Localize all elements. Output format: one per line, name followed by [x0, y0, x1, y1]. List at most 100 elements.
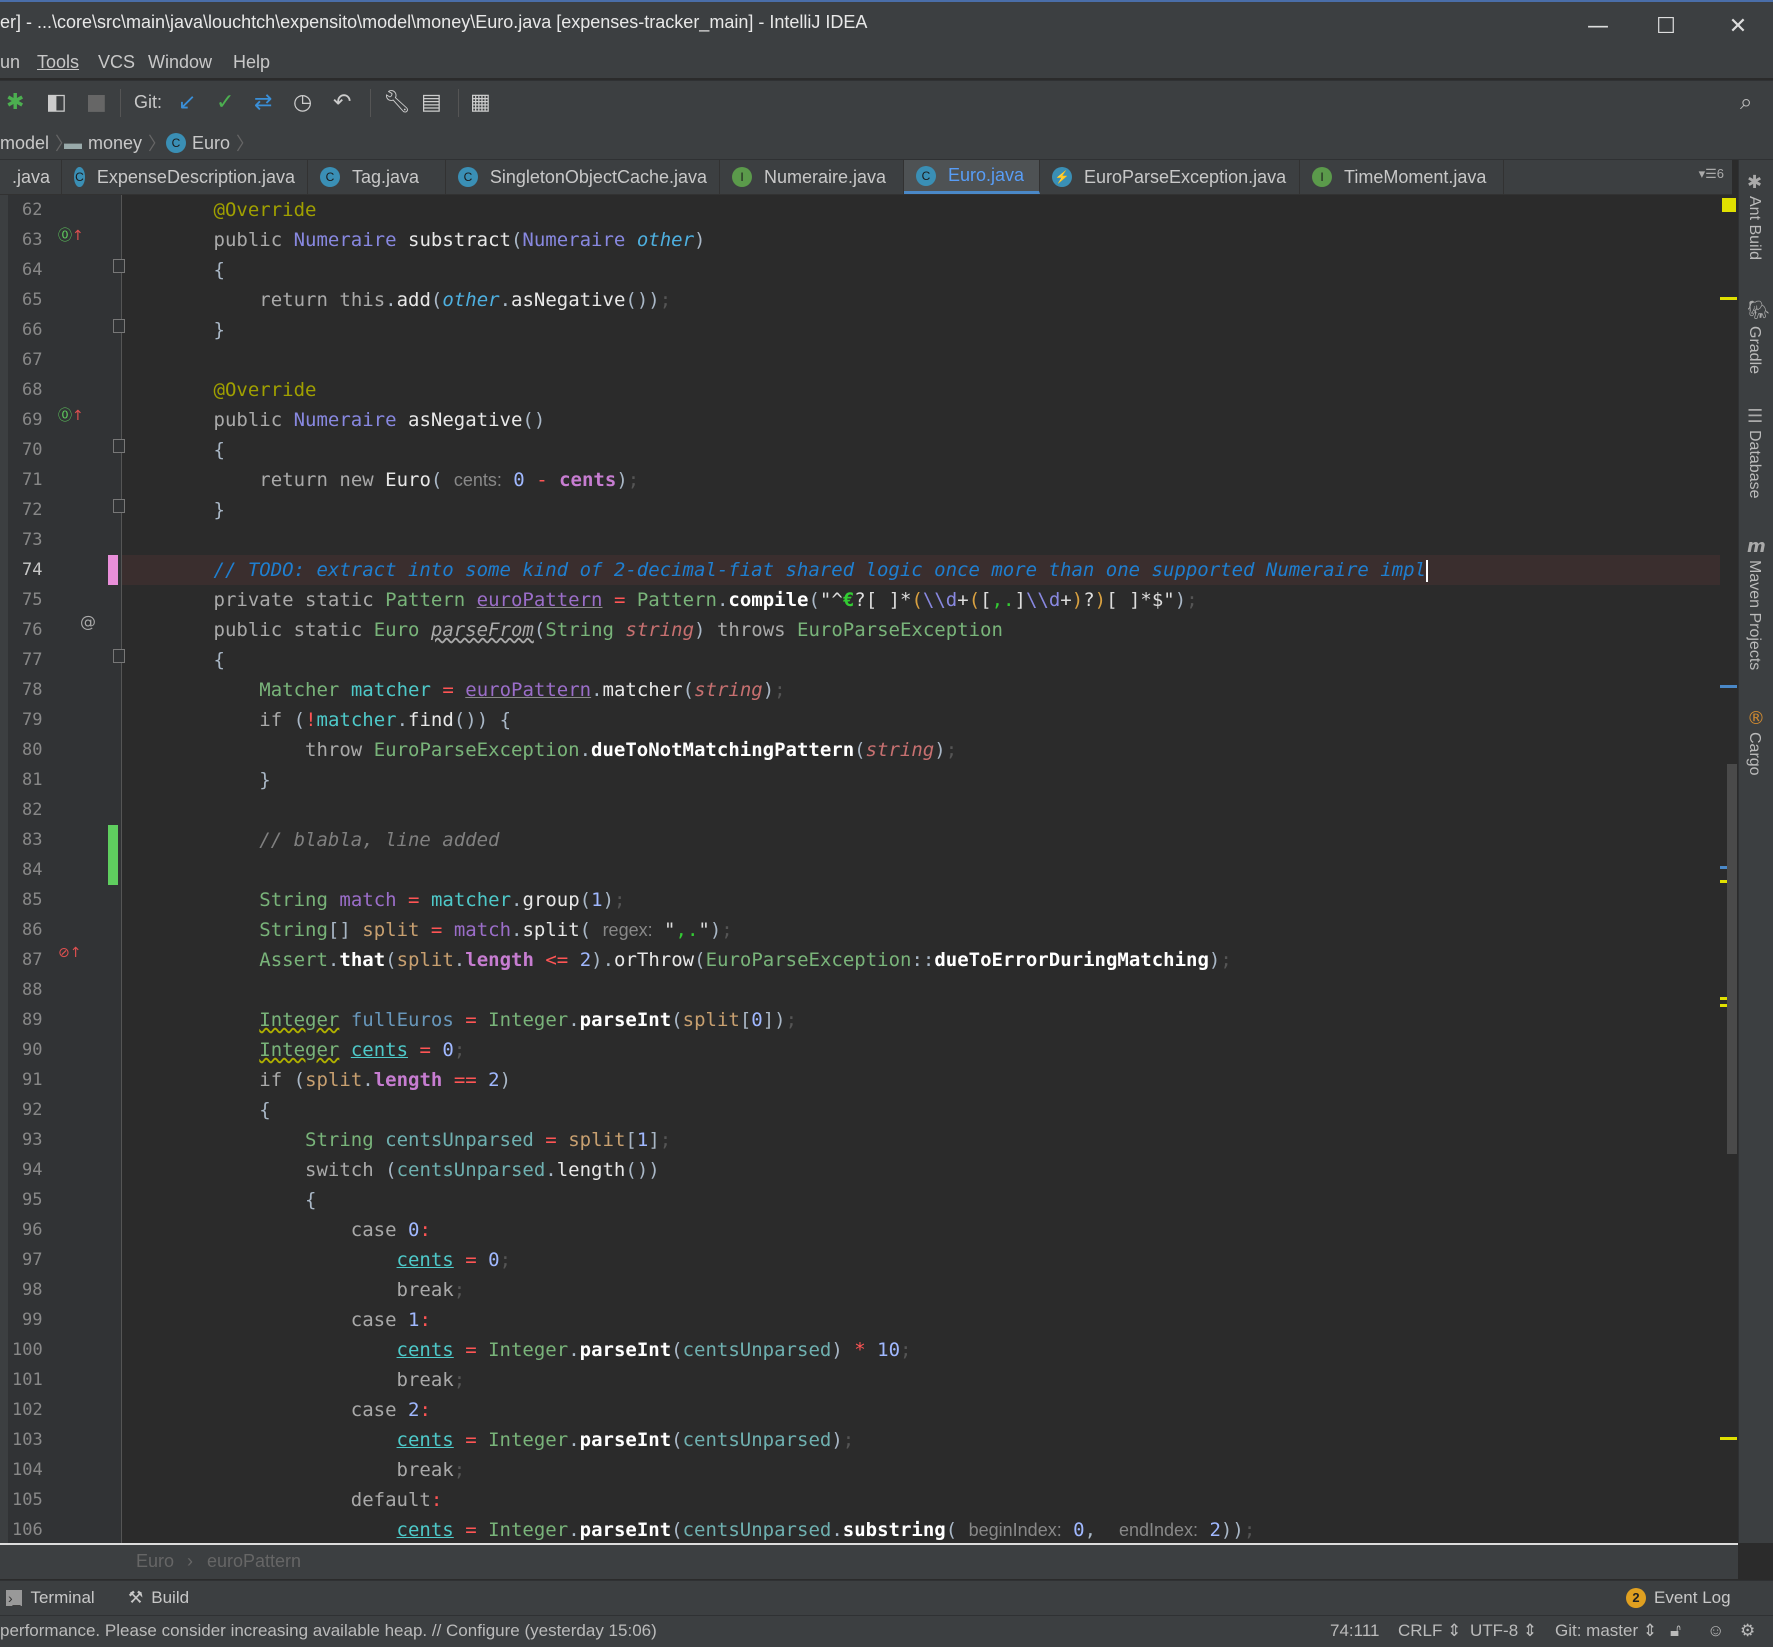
event-log-button[interactable]: 2 Event Log	[1626, 1588, 1731, 1608]
code-line: break;	[396, 1279, 466, 1301]
breadcrumb-label: Euro	[192, 132, 231, 153]
vcs-compare-icon[interactable]: ⇄	[254, 89, 272, 115]
debug-icon[interactable]: ✱	[6, 89, 24, 115]
implements-icon[interactable]: ⓪↑	[58, 405, 84, 425]
fold-toggle[interactable]	[113, 499, 125, 513]
annotation-at-icon[interactable]: @	[80, 612, 96, 631]
line-number: 70	[22, 440, 43, 460]
ant-build-tool[interactable]: Ant Build	[1745, 196, 1763, 260]
tab-expense-description[interactable]: C ExpenseDescription.java	[62, 160, 308, 194]
line-number: 82	[22, 800, 43, 820]
gradle-tool[interactable]: Gradle	[1745, 326, 1763, 374]
line-number: 98	[22, 1280, 43, 1300]
menu-tools[interactable]: Tools	[37, 52, 79, 73]
warning-mark[interactable]	[1720, 1437, 1737, 1440]
project-structure-icon[interactable]: ▤	[421, 89, 442, 115]
code-line: case 1:	[350, 1309, 431, 1331]
tab-label: EuroParseException.java	[1084, 166, 1287, 187]
sdk-icon[interactable]: ▦	[470, 89, 491, 115]
tab-tag[interactable]: C Tag.java	[308, 160, 446, 194]
tab-time-moment[interactable]: I TimeMoment.java	[1300, 160, 1504, 194]
code-line: // blabla, line added	[122, 825, 1720, 855]
tab-euro-parse-exception[interactable]: ⚡ EuroParseException.java	[1040, 160, 1300, 194]
tab-singleton-object-cache[interactable]: C SingletonObjectCache.java	[446, 160, 720, 194]
lock-icon[interactable]: 🔓︎	[1670, 1621, 1681, 1641]
line-number: 94	[22, 1160, 43, 1180]
lambda-breakpoint-icon[interactable]: ⊘↑	[58, 945, 81, 961]
menu-help[interactable]: Help	[233, 52, 270, 73]
code-line: break;	[396, 1459, 466, 1481]
close-button[interactable]: ✕	[1708, 8, 1768, 44]
breadcrumb-field[interactable]: euroPattern	[207, 1551, 301, 1572]
close-icon: ✕	[1728, 13, 1748, 39]
database-tool[interactable]: Database	[1745, 430, 1763, 499]
event-log-label: Event Log	[1654, 1588, 1731, 1607]
tab-euro[interactable]: C Euro.java	[904, 160, 1040, 194]
code-line: cents = 0;	[396, 1249, 512, 1271]
vcs-modified-marker[interactable]	[108, 555, 118, 585]
breadcrumb-money[interactable]: ▬ money 〉	[64, 130, 166, 156]
tab-overflow-button[interactable]: ▾☰6	[1699, 166, 1724, 182]
encoding-selector[interactable]: UTF-8 ⇕	[1470, 1621, 1537, 1641]
coverage-icon[interactable]: ◧	[46, 89, 67, 115]
code-editor[interactable]: @Override public Numeraire substract(Num…	[122, 195, 1720, 1543]
breadcrumb-model[interactable]: model 〉	[0, 130, 73, 156]
cargo-tool[interactable]: Cargo	[1745, 732, 1763, 776]
breadcrumb-label: model	[0, 132, 50, 153]
build-tool-button[interactable]: ⚒ Build	[128, 1588, 189, 1608]
code-line: }	[122, 769, 271, 791]
search-everywhere-icon[interactable]: ⌕	[1740, 89, 1752, 115]
vcs-commit-icon[interactable]: ✓	[216, 89, 234, 115]
menu-window[interactable]: Window	[148, 52, 212, 73]
history-icon[interactable]: ◷	[293, 89, 312, 115]
line-number: 106	[12, 1520, 43, 1540]
fold-toggle[interactable]	[113, 319, 125, 333]
code-line: return this.add(other.asNegative());	[259, 289, 672, 311]
menu-vcs[interactable]: VCS	[98, 52, 135, 73]
line-number: 100	[12, 1340, 43, 1360]
line-separator-selector[interactable]: CRLF ⇕	[1398, 1621, 1461, 1641]
vcs-added-marker[interactable]	[108, 825, 118, 885]
warning-mark[interactable]	[1720, 297, 1737, 300]
tab-java[interactable]: .java	[0, 160, 62, 194]
line-number: 85	[22, 890, 43, 910]
revert-icon[interactable]: ↶	[333, 89, 351, 115]
editor-breadcrumb: Euro › euroPattern	[0, 1543, 1738, 1579]
code-line: String[] split = match.split( regex: ",.…	[259, 919, 733, 941]
tab-numeraire[interactable]: I Numeraire.java	[720, 160, 904, 194]
code-line: throw EuroParseException.dueToNotMatchin…	[305, 739, 958, 761]
git-branch-selector[interactable]: Git: master ⇕	[1555, 1621, 1657, 1641]
code-line: String match = matcher.group(1);	[259, 889, 626, 911]
settings-wrench-icon[interactable]: 🔧︎	[383, 89, 411, 115]
fold-toggle[interactable]	[113, 439, 125, 453]
maven-projects-tool[interactable]: Maven Projects	[1745, 560, 1763, 670]
stop-icon[interactable]: ■	[86, 89, 107, 115]
implements-icon[interactable]: ⓪↑	[58, 225, 84, 245]
git-branch-label: Git: master	[1555, 1621, 1639, 1640]
ant-icon: ✱	[1747, 172, 1763, 193]
breadcrumb-class[interactable]: Euro	[136, 1551, 174, 1572]
minimize-button[interactable]: —	[1568, 8, 1628, 44]
breadcrumb-euro[interactable]: C Euro 〉	[166, 130, 254, 156]
vertical-scrollbar-thumb[interactable]	[1727, 764, 1737, 1154]
status-message[interactable]: performance. Please consider increasing …	[0, 1621, 657, 1641]
caret-position[interactable]: 74:111	[1330, 1621, 1379, 1641]
fold-toggle[interactable]	[113, 649, 125, 663]
line-number: 101	[12, 1370, 43, 1390]
line-number: 86	[22, 920, 43, 940]
settings-gear-icon[interactable]: ⚙	[1740, 1621, 1755, 1641]
code-line: {	[122, 1099, 271, 1121]
fold-toggle[interactable]	[113, 259, 125, 273]
vcs-update-icon[interactable]: ↙	[178, 89, 196, 115]
terminal-tool-button[interactable]: ›_ Terminal	[6, 1588, 95, 1608]
inspection-status-icon[interactable]	[1722, 198, 1736, 212]
terminal-icon: ›_	[6, 1590, 23, 1606]
code-line: default:	[350, 1489, 443, 1511]
maximize-button[interactable]: ☐	[1636, 8, 1696, 44]
hector-icon[interactable]: ☺	[1707, 1621, 1724, 1641]
todo-mark[interactable]	[1720, 685, 1737, 688]
toolbar-separator	[370, 89, 371, 117]
menu-run[interactable]: un	[0, 52, 20, 73]
